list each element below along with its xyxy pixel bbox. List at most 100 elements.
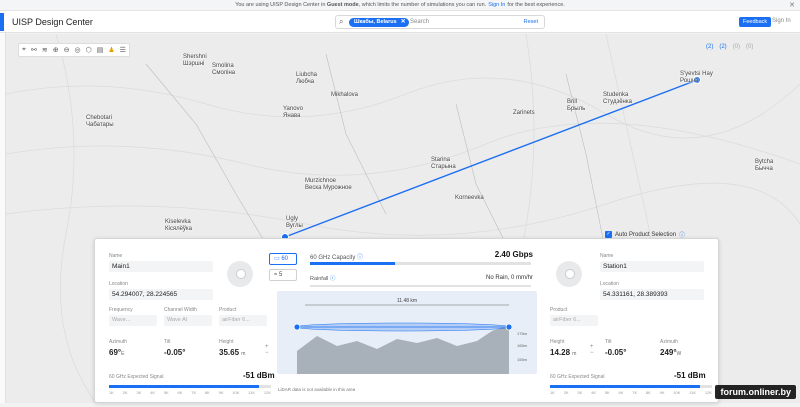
signal-tick: 5K (163, 390, 169, 395)
main1-endpoint[interactable] (293, 323, 301, 331)
user-menu[interactable]: Sign In (772, 18, 791, 24)
place-label: Korneevka (455, 195, 484, 201)
height-value[interactable]: 35.65 m (219, 348, 245, 357)
capacity-label: 60 GHz Capacity ⓘ (310, 255, 364, 261)
location-label: Location (600, 281, 619, 287)
location-field[interactable]: 54.331161, 28.389393 (600, 289, 704, 300)
height-value[interactable]: 14.28 m (550, 348, 576, 357)
name-field[interactable]: Main1 (109, 261, 213, 272)
location-label: Location (109, 281, 128, 287)
product-label: Product (219, 307, 237, 313)
azimuth-value[interactable]: 249°W (660, 348, 681, 357)
place-label: Yanovo Янава (283, 106, 303, 119)
height-stepper[interactable]: + − (265, 344, 269, 356)
link-tool-icon[interactable]: ⚯ (31, 46, 37, 54)
place-label: Murzichnoe Веска Мурожное (305, 178, 352, 191)
station1-endpoint[interactable] (505, 323, 513, 331)
checkbox-checked-icon[interactable]: ✓ (605, 231, 612, 238)
band-5-toggle[interactable]: ≈ 5 (269, 269, 297, 281)
links-counter[interactable]: (0) (733, 44, 740, 50)
place-label: Kiselevka Кісялёўка (165, 219, 193, 232)
layer-counters: (2) (2) (0) (0) (706, 44, 753, 50)
signal-tick: 8K (204, 390, 210, 395)
coverage-counter[interactable]: (0) (746, 44, 753, 50)
frequency-label: Frequency (109, 307, 133, 313)
place-label: Starina Старына (431, 157, 456, 170)
banner-middle: , which limits the number of simulations… (358, 2, 487, 8)
signal-value: -51 dBm (674, 371, 706, 380)
band-60-toggle[interactable]: ▭ 60 (269, 253, 297, 265)
place-label: Bytcha Бычча (755, 159, 774, 172)
zoom-in-icon[interactable]: ⊕ (53, 46, 59, 54)
tilt-label: Tilt (164, 339, 171, 345)
layers-icon[interactable]: ▤ (97, 46, 104, 54)
name-label: Name (109, 253, 123, 259)
location-field[interactable]: 54.294007, 28.224565 (109, 289, 213, 300)
search-input[interactable]: Search (410, 19, 429, 25)
name-field[interactable]: Station1 (600, 261, 704, 272)
signal-tick: 10K (232, 390, 240, 395)
shape-icon[interactable]: ⬡ (86, 46, 92, 54)
feedback-button[interactable]: Feedback (739, 17, 772, 27)
close-icon[interactable]: ✕ (789, 1, 795, 9)
rainfall-scale (310, 285, 531, 287)
signal-tick: 3K (577, 390, 583, 395)
watermark: forum.onliner.by (715, 385, 796, 399)
place-label: Ugly Вуглы (286, 216, 303, 229)
tilt-label: Tilt (605, 339, 612, 345)
place-label: Brill Брыль (567, 99, 586, 112)
elevation-profile[interactable]: 11.48 km 175m 165m 155m (277, 291, 537, 374)
sites-counter[interactable]: (2) (719, 44, 726, 50)
product-select[interactable]: airFiber 6... (219, 315, 267, 326)
place-label: S'yevtsi Hay Рошча (680, 71, 713, 84)
signal-tick: 11K (248, 390, 256, 395)
tilt-value[interactable]: -0.05° (164, 348, 185, 357)
place-label: Zarinets (513, 110, 535, 116)
product-select[interactable]: airFiber 6... (550, 315, 598, 326)
auto-product-selection-label: Auto Product Selection (615, 231, 677, 238)
elevation-tick: 175m (517, 331, 528, 336)
search-icon: ⌕ (339, 17, 344, 26)
banner-sign-in-link[interactable]: Sign In (488, 2, 505, 8)
devices-counter[interactable]: (2) (706, 44, 713, 50)
station1-card: Name Station1 Location 54.331161, 28.389… (542, 247, 752, 401)
location-chip[interactable]: Шкабы, Belarus ✕ (349, 18, 409, 27)
lidar-note: LiDAR data is not available in this area (278, 387, 356, 392)
tilt-value[interactable]: -0.05° (605, 348, 626, 357)
signal-tick: 7K (632, 390, 638, 395)
path-tool-icon[interactable]: ≋ (42, 46, 48, 54)
capacity-value: 2.40 Gbps (494, 250, 533, 259)
signal-bar (109, 385, 259, 388)
signal-bar (550, 385, 700, 388)
locate-icon[interactable]: ◎ (74, 46, 80, 54)
reset-button[interactable]: Reset (524, 19, 538, 25)
zoom-out-icon[interactable]: ⊖ (64, 46, 70, 54)
info-icon: ⓘ (329, 276, 336, 282)
pegman-icon[interactable]: ♟ (108, 46, 114, 54)
app-header: UISP Design Center ⌕ Шкабы, Belarus ✕ Sea… (0, 11, 800, 33)
select-tool-icon[interactable]: ⌖ (22, 46, 26, 54)
height-stepper[interactable]: + − (590, 344, 594, 356)
info-icon: ⓘ (357, 255, 364, 261)
frequency-select[interactable]: Wave... (109, 315, 157, 326)
azimuth-value[interactable]: 69°E (109, 348, 124, 357)
signal-tick: 12K (704, 390, 712, 395)
place-label: Smolina Смоліна (212, 63, 236, 76)
signal-tick: 7K (191, 390, 197, 395)
signal-ticks: 1K 2K 3K 4K 5K 6K 7K 8K 9K 10K 11K 12K (109, 390, 271, 395)
capacity-bar (310, 262, 395, 265)
signal-ticks: 1K 2K 3K 4K 5K 6K 7K 8K 9K 10K 11K 12K (550, 390, 712, 395)
chip-close-icon[interactable]: ✕ (401, 18, 406, 27)
map-toolbar: ⌖ ⚯ ≋ ⊕ ⊖ ◎ ⬡ ▤ ♟ ☰ (18, 43, 130, 57)
place-label: Mikhalova (331, 92, 359, 98)
uisp-logo (0, 13, 4, 31)
azimuth-label: Azimuth (109, 339, 128, 345)
place-label: Chebotari Чабатары (86, 115, 114, 128)
search-bar[interactable]: ⌕ Шкабы, Belarus ✕ Search Reset (335, 15, 545, 29)
link-details-panel: Name Main1 Location 54.294007, 28.224565… (94, 238, 719, 403)
signal-tick: 1K (550, 390, 555, 395)
channel-width-select[interactable]: Wave AI (164, 315, 212, 326)
device-icon (227, 261, 253, 287)
settings-icon[interactable]: ☰ (120, 46, 126, 54)
place-label: Studenka Студзёнка (603, 92, 632, 105)
